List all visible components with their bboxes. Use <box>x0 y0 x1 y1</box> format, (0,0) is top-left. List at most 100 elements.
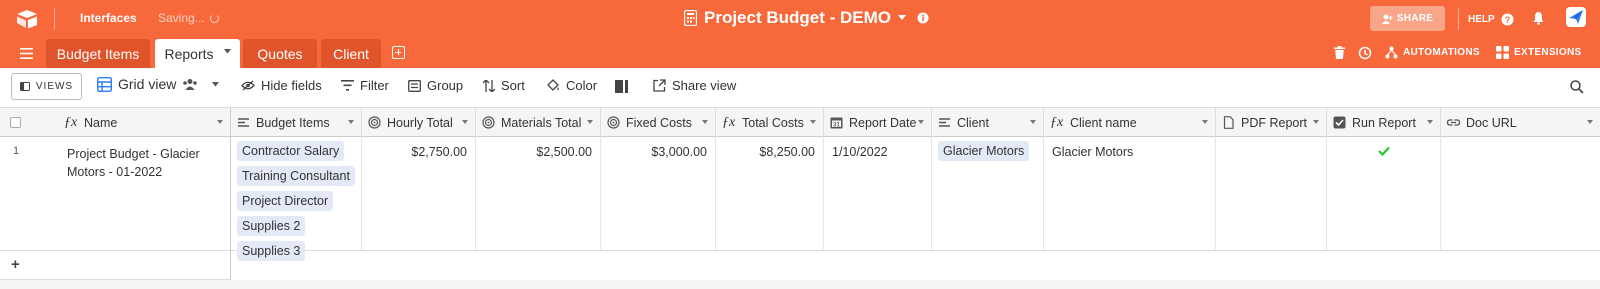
avatar[interactable] <box>1566 7 1586 27</box>
column-label: Doc URL <box>1466 115 1517 130</box>
filter-button[interactable]: Filter <box>341 78 389 93</box>
chevron-down-icon[interactable] <box>918 120 924 124</box>
cell-total-costs[interactable]: $8,250.00 <box>716 137 824 251</box>
extensions-button[interactable]: EXTENSIONS <box>1496 46 1581 59</box>
chevron-down-icon[interactable] <box>462 120 468 124</box>
extensions-icon <box>1496 46 1509 59</box>
linked-record-pill[interactable]: Supplies 3 <box>237 241 306 261</box>
cell-budget-items[interactable]: Contractor Salary Training Consultant Pr… <box>231 137 362 261</box>
add-row-button[interactable]: + <box>0 251 231 280</box>
linked-record-pill[interactable]: Contractor Salary <box>237 141 345 161</box>
tab-label: Client <box>333 45 369 62</box>
select-all-checkbox[interactable] <box>10 117 21 128</box>
cell-name[interactable]: Project Budget - Glacier Motors - 01-202… <box>58 137 231 251</box>
column-label: Client name <box>1070 115 1137 130</box>
history-icon[interactable] <box>1358 46 1372 60</box>
chevron-down-icon[interactable] <box>1587 120 1593 124</box>
calendar-icon: 31 <box>830 117 843 129</box>
view-switcher[interactable]: Grid view <box>97 76 220 92</box>
add-user-icon <box>1381 14 1393 24</box>
hide-fields-button[interactable]: Hide fields <box>241 78 322 93</box>
cell-doc-url[interactable] <box>1441 137 1600 251</box>
add-table-icon[interactable] <box>392 46 405 59</box>
select-all-cell <box>0 108 58 137</box>
column-header-pdf-report[interactable]: PDF Report <box>1216 108 1327 137</box>
filter-icon <box>341 80 354 91</box>
chevron-down-icon[interactable] <box>702 120 708 124</box>
share-icon <box>653 79 666 92</box>
chevron-down-icon[interactable] <box>223 49 231 54</box>
share-button[interactable]: SHARE <box>1370 6 1445 31</box>
share-view-button[interactable]: Share view <box>653 78 736 93</box>
tab-reports[interactable]: Reports <box>155 39 240 68</box>
column-header-doc-url[interactable]: Doc URL <box>1441 108 1600 137</box>
table-row[interactable]: 1 Project Budget - Glacier Motors - 01-2… <box>0 137 1600 261</box>
airtable-logo[interactable] <box>16 9 38 29</box>
rollup-icon <box>482 116 495 129</box>
formula-icon: ƒx <box>1050 114 1064 130</box>
trash-icon[interactable] <box>1334 46 1345 59</box>
linked-record-pill[interactable]: Glacier Motors <box>938 141 1030 161</box>
chevron-down-icon[interactable] <box>217 120 223 124</box>
cell-materials-total[interactable]: $2,500.00 <box>476 137 601 251</box>
table-tabs-bar: Budget Items Reports Quotes Client AUTOM… <box>0 38 1600 68</box>
automations-button[interactable]: AUTOMATIONS <box>1385 46 1480 59</box>
help-button[interactable]: HELP ? <box>1468 13 1514 26</box>
color-button[interactable]: Color <box>546 78 597 93</box>
automations-label: AUTOMATIONS <box>1403 47 1480 58</box>
chevron-down-icon[interactable] <box>810 120 816 124</box>
column-label: Total Costs <box>742 115 804 130</box>
hamburger-icon[interactable] <box>20 48 33 59</box>
cell-report-date[interactable]: 1/10/2022 <box>824 137 932 251</box>
column-header-name[interactable]: ƒx Name <box>58 108 231 137</box>
view-name: Grid view <box>118 76 177 92</box>
info-icon[interactable] <box>917 12 929 24</box>
column-header-budget-items[interactable]: Budget Items <box>231 108 362 137</box>
column-header-client-name[interactable]: ƒx Client name <box>1044 108 1216 137</box>
cell-hourly-total[interactable]: $2,750.00 <box>362 137 476 251</box>
svg-text:31: 31 <box>833 122 840 128</box>
column-header-client[interactable]: Client <box>932 108 1044 137</box>
column-header-materials-total[interactable]: Materials Total <box>476 108 601 137</box>
column-header-hourly-total[interactable]: Hourly Total <box>362 108 476 137</box>
chevron-down-icon[interactable] <box>587 120 593 124</box>
checkbox-icon <box>1333 116 1346 129</box>
tab-label: Quotes <box>257 45 303 62</box>
linked-record-pill[interactable]: Training Consultant <box>237 166 355 186</box>
tab-client[interactable]: Client <box>321 39 381 68</box>
tab-quotes[interactable]: Quotes <box>243 39 317 68</box>
filter-label: Filter <box>360 78 389 93</box>
views-button[interactable]: VIEWS <box>11 73 82 100</box>
chevron-down-icon[interactable] <box>1030 120 1036 124</box>
linked-record-pill[interactable]: Project Director <box>237 191 334 211</box>
frozen-column-divider <box>230 108 231 289</box>
cell-run-report[interactable] <box>1327 137 1441 251</box>
formula-icon: ƒx <box>722 114 736 130</box>
column-label: Hourly Total <box>387 115 453 130</box>
attachment-icon <box>1223 116 1234 129</box>
chevron-down-icon[interactable] <box>348 120 354 124</box>
sort-button[interactable]: Sort <box>483 78 525 93</box>
column-header-report-date[interactable]: 31 Report Date <box>824 108 932 137</box>
base-title[interactable]: Project Budget - DEMO <box>684 8 929 28</box>
column-header-total-costs[interactable]: ƒx Total Costs <box>716 108 824 137</box>
cell-client-name[interactable]: Glacier Motors <box>1044 137 1216 251</box>
column-header-fixed-costs[interactable]: Fixed Costs <box>601 108 716 137</box>
column-header-run-report[interactable]: Run Report <box>1327 108 1441 137</box>
interfaces-link[interactable]: Interfaces <box>80 11 137 25</box>
chevron-down-icon[interactable] <box>1427 120 1433 124</box>
tab-budget-items[interactable]: Budget Items <box>46 39 150 68</box>
group-label: Group <box>427 78 464 93</box>
cell-pdf-report[interactable] <box>1216 137 1327 251</box>
chevron-down-icon[interactable] <box>1202 120 1208 124</box>
cell-client[interactable]: Glacier Motors <box>932 137 1044 251</box>
group-button[interactable]: Group <box>408 78 463 93</box>
color-label: Color <box>566 78 598 93</box>
column-header-row: ƒx Name Budget Items Hourly Total Materi… <box>0 108 1600 137</box>
chevron-down-icon[interactable] <box>1313 120 1319 124</box>
bell-icon[interactable] <box>1532 11 1545 25</box>
search-icon[interactable] <box>1570 80 1584 94</box>
cell-fixed-costs[interactable]: $3,000.00 <box>601 137 716 251</box>
linked-record-pill[interactable]: Supplies 2 <box>237 216 306 236</box>
row-height-icon[interactable] <box>615 80 628 93</box>
